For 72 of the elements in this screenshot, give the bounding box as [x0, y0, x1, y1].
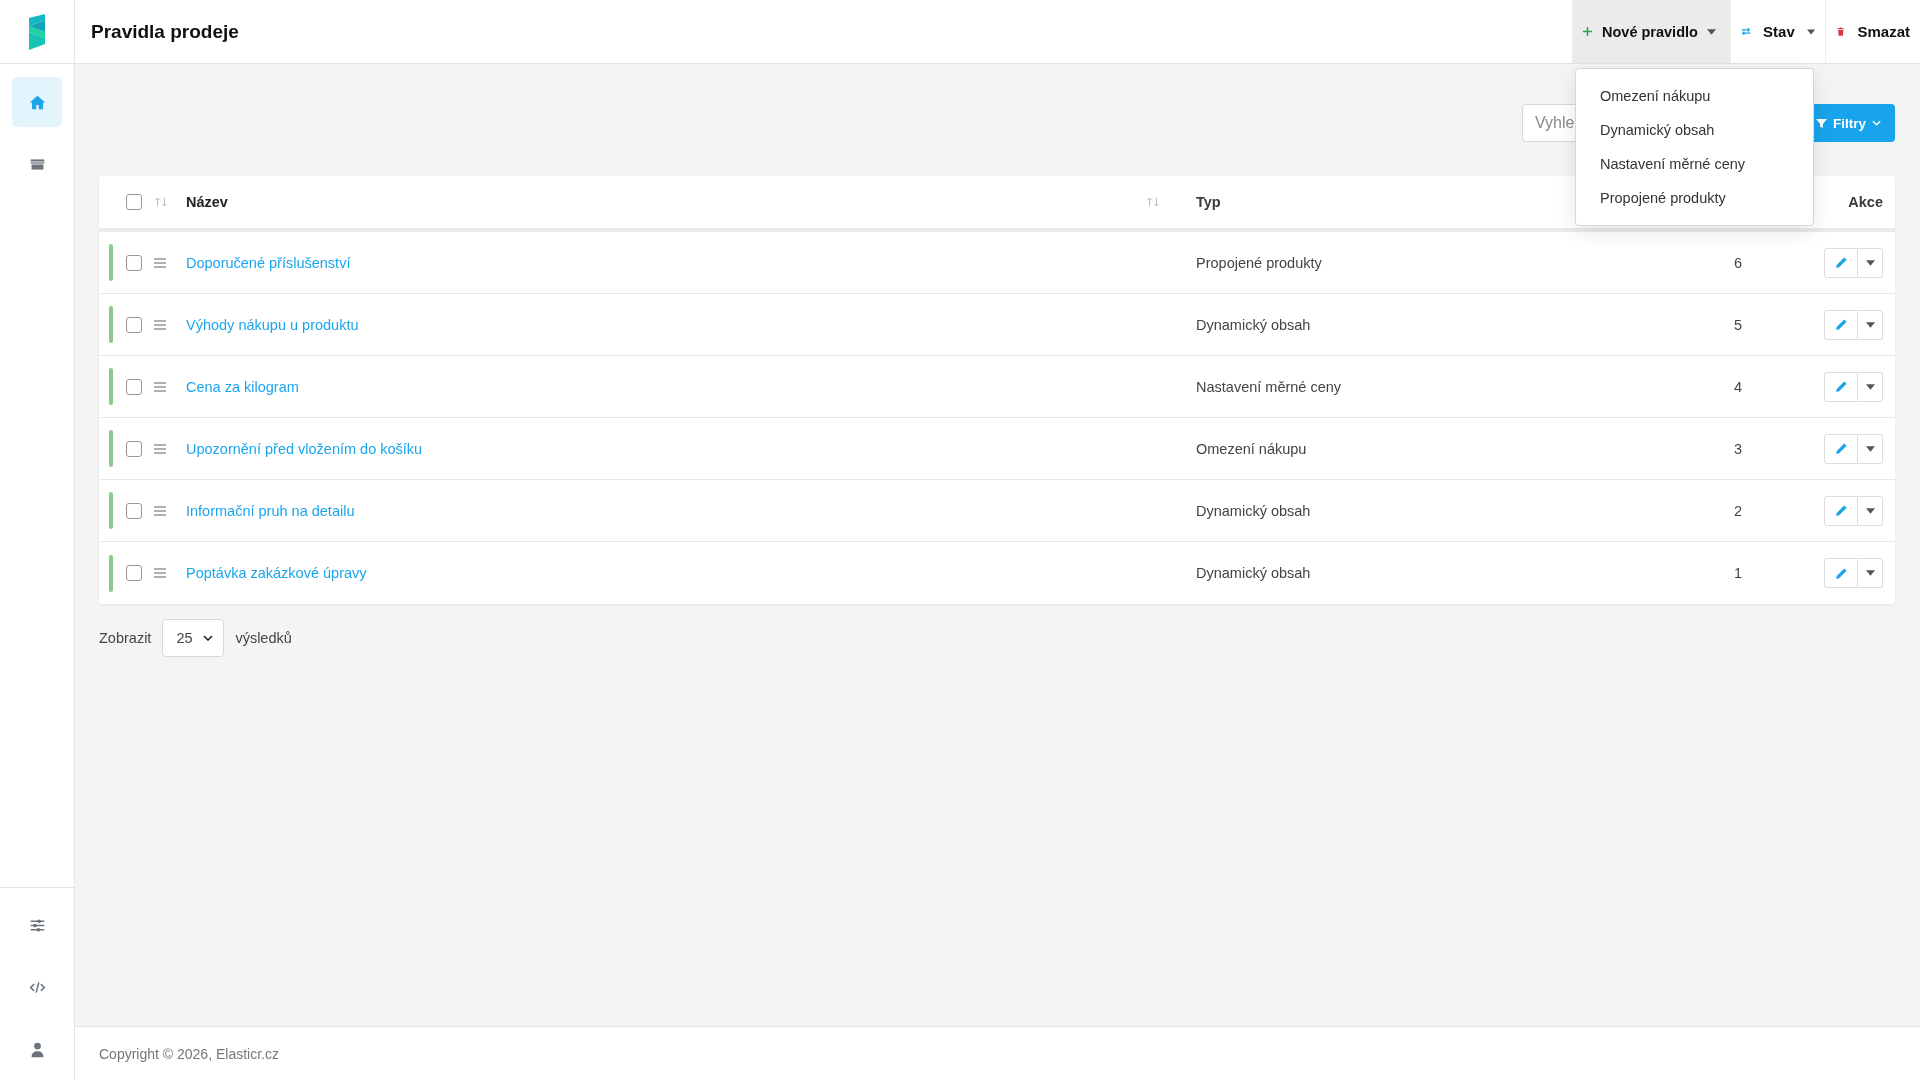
checkbox[interactable]	[126, 194, 142, 210]
drag-handle-icon[interactable]	[154, 381, 166, 392]
sort-icon[interactable]	[1146, 197, 1160, 207]
more-button[interactable]	[1858, 495, 1883, 526]
toolbar-button[interactable]: Nové pravidlo	[1573, 0, 1730, 63]
drag-handle-icon[interactable]	[154, 319, 166, 330]
page-title: Pravidla prodeje	[91, 20, 239, 43]
menu-item[interactable]: Nastavení měrné ceny	[1576, 147, 1813, 181]
drag-handle-icon[interactable]	[154, 505, 166, 516]
more-button[interactable]	[1858, 433, 1883, 464]
more-button[interactable]	[1858, 371, 1883, 402]
logo-icon[interactable]	[28, 13, 46, 50]
table-cell: 6	[1733, 254, 1743, 271]
drag-handle-icon[interactable]	[154, 568, 166, 578]
chevron-icon	[203, 635, 214, 641]
edit-button[interactable]	[1824, 247, 1858, 278]
plus-icon	[1582, 26, 1593, 37]
column-header: Akce	[1848, 194, 1883, 210]
caret-icon	[1865, 259, 1875, 266]
table-cell: 3	[1733, 440, 1743, 457]
table-cell: Dynamický obsah	[1196, 565, 1311, 581]
page-size-label: Zobrazit	[99, 630, 152, 646]
pencil-icon	[1834, 504, 1848, 517]
checkbox[interactable]	[126, 565, 142, 581]
edit-button[interactable]	[1824, 433, 1858, 464]
trash-icon	[1836, 26, 1846, 37]
swap-icon	[1741, 26, 1752, 37]
edit-button[interactable]	[1824, 371, 1858, 402]
table-cell: Dynamický obsah	[1196, 502, 1311, 519]
caret-icon	[1865, 321, 1875, 328]
pencil-icon	[1834, 256, 1848, 269]
edit-button[interactable]	[1824, 309, 1858, 340]
caret-icon	[1865, 445, 1875, 452]
checkbox[interactable]	[126, 254, 142, 271]
checkbox[interactable]	[126, 378, 142, 395]
copyright-text: Copyright © 2026, Elasticr.cz	[99, 1045, 279, 1062]
more-button[interactable]	[1858, 247, 1883, 278]
table-cell: 1	[1733, 565, 1743, 581]
edit-button[interactable]	[1824, 558, 1858, 588]
caret-icon	[1865, 383, 1875, 390]
checkbox[interactable]	[126, 440, 142, 457]
pencil-icon	[1834, 442, 1848, 455]
caret-icon	[1865, 507, 1875, 514]
table-cell: 5	[1733, 316, 1743, 333]
table-cell: Dynamický obsah	[1196, 316, 1311, 333]
caret-icon	[1865, 570, 1875, 576]
checkbox[interactable]	[126, 502, 142, 519]
more-button[interactable]	[1858, 309, 1883, 340]
filter-icon	[1816, 117, 1827, 129]
home-icon[interactable]	[12, 77, 62, 127]
drag-handle-icon[interactable]	[154, 257, 166, 268]
checkbox[interactable]	[126, 316, 142, 333]
column-header: Typ	[1196, 194, 1221, 210]
pencil-icon	[1834, 380, 1848, 393]
table-cell: Omezení nákupu	[1196, 440, 1307, 457]
caret-icon	[1806, 28, 1815, 35]
chevron-icon	[1872, 120, 1881, 126]
pencil-icon	[1834, 318, 1848, 331]
page-size-suffix: výsledků	[235, 630, 292, 646]
table-cell: Nastavení měrné ceny	[1196, 378, 1342, 395]
more-button[interactable]	[1858, 558, 1883, 588]
table-cell: Propojené produkty	[1196, 254, 1322, 271]
pencil-icon	[1834, 566, 1848, 580]
page-size-select[interactable]: 25	[162, 619, 225, 657]
sort-icon[interactable]	[154, 197, 168, 207]
caret-icon	[1706, 28, 1716, 35]
table-cell: 4	[1733, 378, 1743, 395]
menu-item[interactable]: Propojené produkty	[1576, 181, 1813, 215]
edit-button[interactable]	[1824, 495, 1858, 526]
drag-handle-icon[interactable]	[154, 443, 166, 454]
table-cell: 2	[1733, 502, 1743, 519]
column-header[interactable]: Název	[186, 194, 228, 210]
